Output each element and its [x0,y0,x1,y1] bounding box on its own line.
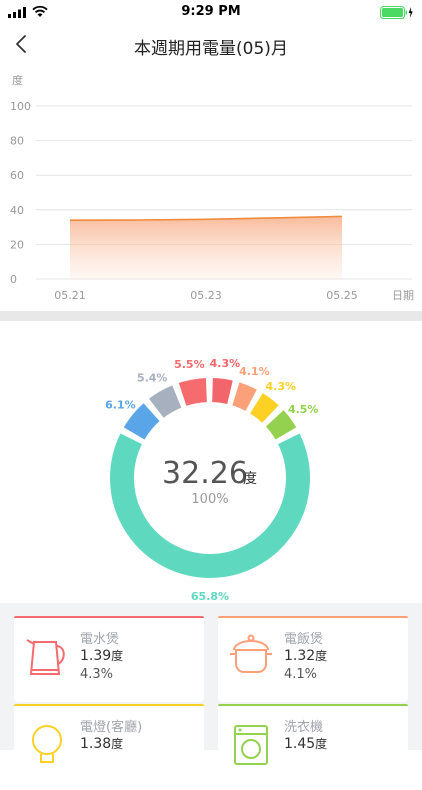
appliance-card-washing-machine[interactable]: 洗衣機 1.45度 [218,704,408,790]
card-accent [218,704,408,706]
card-accent [14,616,204,618]
donut-segment [265,410,297,440]
rice-cooker-icon [230,634,272,673]
donut-segment [123,403,160,440]
donut-total-value: 32.26 [162,456,248,491]
card-value: 1.38度 [80,736,124,752]
donut-segment-label: 4.3% [210,357,241,370]
nav-header: 本週期用電量(05)月 [0,26,422,62]
card-percent: 4.3% [80,667,114,682]
card-name: 電燈(客廳) [80,720,143,735]
y-tick-label: 60 [10,169,24,182]
card-name: 電水煲 [80,632,120,647]
x-tick-label: 05.25 [326,289,358,302]
donut-segment-label: 4.1% [239,365,270,378]
donut-segment-label: 6.1% [105,398,136,411]
donut-segment-label: 4.5% [288,403,319,416]
donut-segment [249,393,279,423]
donut-segment [211,378,233,405]
y-tick-label: 100 [10,100,31,113]
y-axis-label: 度 [12,73,23,87]
x-tick-label: 05.21 [54,289,86,302]
y-tick-label: 40 [10,204,24,217]
y-tick-label: 20 [10,238,24,251]
appliance-card-rice-cooker[interactable]: 電飯煲 1.32度 4.1% [218,616,408,702]
usage-chart: 度 0 20 40 60 80 100 05.21 05.23 05.25 日期 [0,64,422,314]
card-accent [14,704,204,706]
card-value: 1.39度 [80,648,124,664]
washing-machine-icon [234,725,268,765]
donut-segment-label: 5.4% [137,371,168,384]
donut-total-unit: 度 [243,471,257,487]
appliance-card-light[interactable]: 電燈(客廳) 1.38度 [14,704,204,790]
status-time: 9:29 PM [181,4,241,19]
card-value: 1.45度 [284,736,328,752]
usage-donut: 32.26 度 100% 65.8% 6.1% 5.4% 5.5% 4.3% 4.1% 4.… [0,321,422,603]
section-divider [0,311,422,321]
light-bulb-icon [32,725,62,763]
usage-chart-svg: 度 0 20 40 60 80 100 05.21 05.23 05.25 日期 [10,73,414,302]
card-percent: 4.1% [284,667,318,682]
x-tick-label: 05.23 [190,289,222,302]
card-name: 電飯煲 [284,632,324,647]
card-value: 1.32度 [284,648,328,664]
page-title: 本週期用電量(05)月 [134,39,288,59]
donut-chart-svg: 32.26 度 100% 65.8%6.1%5.4%5.5% 4.3%4.1%4.… [105,357,319,603]
donut-segment [178,378,208,406]
card-accent [218,616,408,618]
donut-segment-label: 5.5% [174,358,205,371]
donut-total-percent: 100% [191,492,228,507]
series-area [70,216,342,279]
donut-segment [232,382,257,411]
donut-segment [148,385,182,419]
appliance-cards: 電水煲 1.39度 4.3% 電飯煲 1.32度 4.1% 電燈(客廳) 1.3… [0,603,422,790]
donut-segment-label: 4.3% [266,380,297,393]
donut-segment-label: 65.8% [191,590,229,603]
appliance-card-kettle[interactable]: 電水煲 1.39度 4.3% [14,616,204,702]
x-axis-label: 日期 [392,289,414,302]
card-name: 洗衣機 [284,720,324,735]
y-tick-label: 80 [10,135,24,148]
battery-icon [380,6,413,19]
kettle-icon [26,639,65,675]
y-tick-label: 0 [10,273,17,286]
status-bar: 9:29 PM [0,0,422,24]
